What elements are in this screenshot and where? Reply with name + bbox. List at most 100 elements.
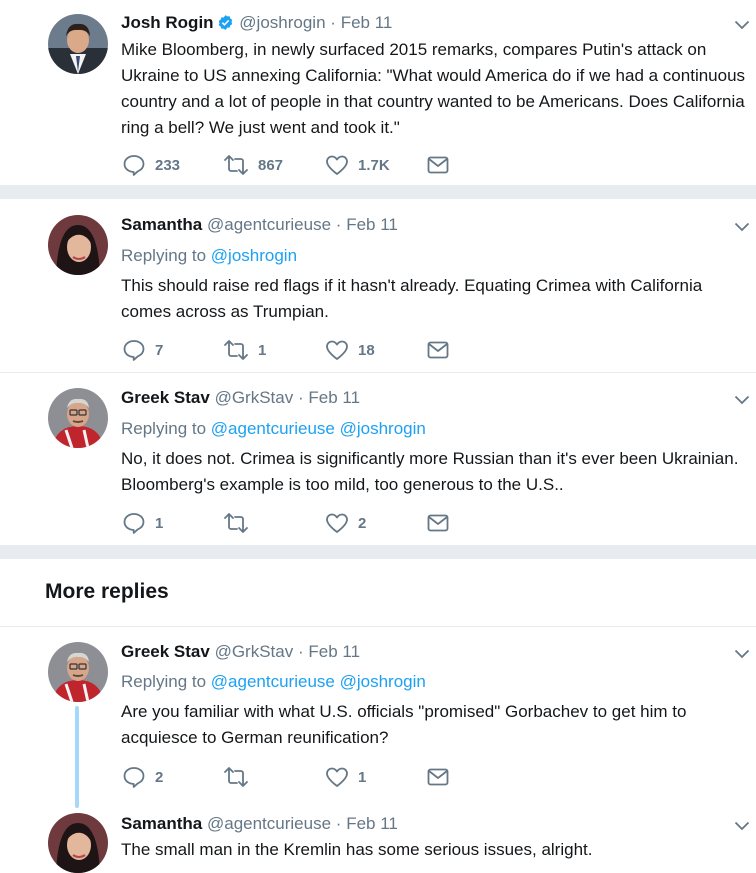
- replying-to: Replying to @joshrogin: [121, 245, 297, 267]
- tweet-header: Josh Rogin @joshrogin · Feb 11: [121, 12, 392, 37]
- tweet-header: Samantha @agentcurieuse · Feb 11: [121, 813, 398, 835]
- separator-dot: ·: [297, 388, 304, 407]
- author-name[interactable]: Samantha: [121, 814, 202, 833]
- reply-count: 2: [155, 768, 164, 786]
- envelope-icon: [427, 341, 449, 359]
- retweet-button[interactable]: [223, 765, 249, 789]
- tweet-timestamp[interactable]: Feb 11: [308, 642, 360, 661]
- author-handle[interactable]: @GrkStav: [215, 388, 294, 407]
- retweet-icon: [224, 513, 248, 533]
- tweet-reply[interactable]: Greek Stav @GrkStav · Feb 11 Replying to…: [0, 373, 756, 545]
- reply-button[interactable]: 233: [122, 153, 180, 177]
- avatar-greek-stav[interactable]: [48, 388, 108, 448]
- dm-button[interactable]: [427, 511, 449, 535]
- tweet-actions: 1 2: [122, 511, 722, 535]
- author-name[interactable]: Greek Stav: [121, 642, 210, 661]
- chevron-down-icon[interactable]: [734, 395, 750, 405]
- heart-icon: [326, 155, 348, 175]
- chevron-down-icon[interactable]: [734, 821, 750, 831]
- like-count: 1: [358, 768, 367, 786]
- retweet-icon: [224, 767, 248, 787]
- retweet-count: 867: [258, 156, 284, 174]
- tweet-text: Mike Bloomberg, in newly surfaced 2015 r…: [121, 40, 746, 137]
- like-button[interactable]: 2: [325, 511, 366, 535]
- tweet-timestamp[interactable]: Feb 11: [346, 215, 398, 234]
- mention-link[interactable]: @agentcurieuse: [211, 419, 335, 438]
- retweet-count: 1: [258, 341, 267, 359]
- envelope-icon: [427, 768, 449, 786]
- author-name[interactable]: Samantha: [121, 215, 202, 234]
- like-button[interactable]: 1: [325, 765, 366, 789]
- author-name[interactable]: Josh Rogin: [121, 13, 214, 32]
- mention-link[interactable]: @joshrogin: [340, 419, 426, 438]
- verified-badge-icon: [217, 14, 234, 37]
- reply-button[interactable]: 2: [122, 765, 163, 789]
- author-handle[interactable]: @GrkStav: [215, 642, 294, 661]
- section-separator: [0, 185, 756, 199]
- reply-icon: [123, 340, 145, 361]
- tweet-header: Greek Stav @GrkStav · Feb 11: [121, 641, 360, 663]
- author-handle[interactable]: @agentcurieuse: [207, 215, 331, 234]
- tweet-main[interactable]: Josh Rogin @joshrogin · Feb 11 Mike Bloo…: [0, 0, 756, 185]
- separator-dot: ·: [335, 215, 342, 234]
- envelope-icon: [427, 514, 449, 532]
- tweet-timestamp[interactable]: Feb 11: [341, 13, 393, 32]
- like-button[interactable]: 1.7K: [325, 153, 390, 177]
- tweet-reply[interactable]: Samantha @agentcurieuse · Feb 11 Replyin…: [0, 199, 756, 372]
- chevron-down-icon[interactable]: [734, 20, 750, 30]
- avatar-josh-rogin[interactable]: [48, 14, 108, 74]
- tweet-actions: 233 867 1.7K: [122, 153, 722, 177]
- replying-to-label: Replying to: [121, 672, 207, 691]
- separator-dot: ·: [330, 13, 336, 32]
- like-count: 1.7K: [358, 156, 390, 174]
- retweet-button[interactable]: [223, 511, 249, 535]
- section-separator: [0, 545, 756, 559]
- tweet-timestamp[interactable]: Feb 11: [308, 388, 360, 407]
- chevron-down-icon[interactable]: [734, 222, 750, 232]
- avatar-samantha[interactable]: [48, 813, 108, 873]
- replying-to-label: Replying to: [121, 246, 207, 265]
- replying-to: Replying to @agentcurieuse @joshrogin: [121, 671, 426, 693]
- retweet-button[interactable]: 867: [223, 153, 283, 177]
- tweet-header: Samantha @agentcurieuse · Feb 11: [121, 214, 398, 236]
- author-handle[interactable]: @agentcurieuse: [207, 814, 331, 833]
- envelope-icon: [427, 156, 449, 174]
- tweet-text: This should raise red flags if it hasn't…: [121, 276, 703, 321]
- tweet-header: Greek Stav @GrkStav · Feb 11: [121, 387, 360, 409]
- dm-button[interactable]: [427, 765, 449, 789]
- retweet-button[interactable]: 1: [223, 338, 266, 362]
- tweet-text: Are you familiar with what U.S. official…: [121, 702, 687, 747]
- mention-link[interactable]: @joshrogin: [340, 672, 426, 691]
- heart-icon: [326, 513, 348, 533]
- tweet-actions: 2 1: [122, 765, 722, 789]
- avatar-greek-stav[interactable]: [48, 642, 108, 702]
- mention-link[interactable]: @agentcurieuse: [211, 672, 335, 691]
- tweet-timestamp[interactable]: Feb 11: [346, 814, 398, 833]
- dm-button[interactable]: [427, 153, 449, 177]
- reply-count: 7: [155, 341, 164, 359]
- author-name[interactable]: Greek Stav: [121, 388, 210, 407]
- tweet-reply[interactable]: Samantha @agentcurieuse · Feb 11 The sma…: [0, 810, 756, 873]
- heart-icon: [326, 767, 348, 787]
- reply-button[interactable]: 7: [122, 338, 163, 362]
- tweet-text: No, it does not. Crimea is significantly…: [121, 449, 739, 494]
- dm-button[interactable]: [427, 338, 449, 362]
- reply-count: 233: [155, 156, 181, 174]
- author-handle[interactable]: @joshrogin: [239, 13, 325, 32]
- chevron-down-icon[interactable]: [734, 649, 750, 659]
- heart-icon: [326, 340, 348, 360]
- avatar-samantha[interactable]: [48, 215, 108, 275]
- like-count: 2: [358, 514, 367, 532]
- replying-to-label: Replying to: [121, 419, 207, 438]
- tweet-reply[interactable]: Greek Stav @GrkStav · Feb 11 Replying to…: [0, 627, 756, 810]
- reply-icon: [123, 155, 145, 176]
- reply-icon: [123, 767, 145, 788]
- mention-link[interactable]: @joshrogin: [211, 246, 297, 265]
- replying-to: Replying to @agentcurieuse @joshrogin: [121, 418, 426, 440]
- like-count: 18: [358, 341, 375, 359]
- more-replies-heading: More replies: [45, 580, 169, 603]
- thread-connector: [75, 706, 79, 808]
- separator-dot: ·: [297, 642, 304, 661]
- like-button[interactable]: 18: [325, 338, 375, 362]
- reply-button[interactable]: 1: [122, 511, 163, 535]
